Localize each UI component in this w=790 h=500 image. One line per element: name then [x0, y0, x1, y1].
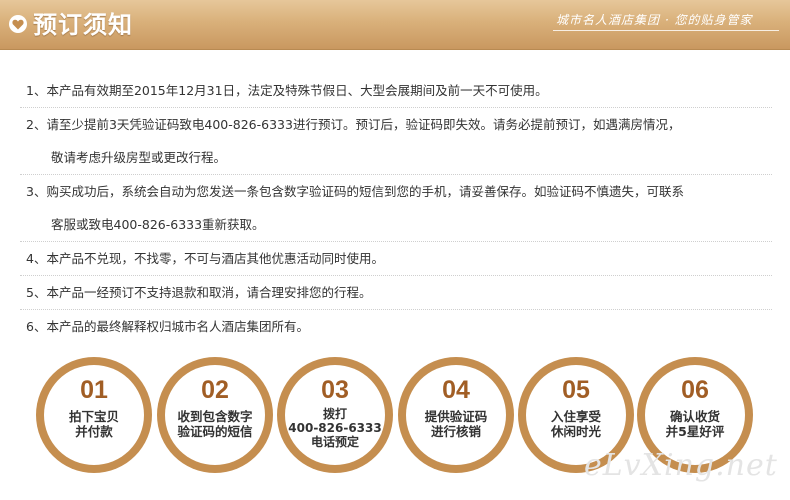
step-label: 拍下宝贝 并付款 — [68, 409, 119, 439]
step-circle: 04 提供验证码 进行核销 — [398, 357, 514, 473]
watermark-text: eLvXing.net — [584, 448, 778, 483]
step-label: 入住享受 休闲时光 — [550, 409, 601, 439]
step-number: 02 — [201, 376, 229, 404]
notice-line: 3、购买成功后，系统会自动为您发送一条包含数字验证码的短信到您的手机，请妥善保存… — [26, 184, 684, 199]
notice-item: 1、本产品有效期至2015年12月31日，法定及特殊节假日、大型会展期间及前一天… — [20, 74, 772, 108]
notice-item: 6、本产品的最终解释权归城市名人酒店集团所有。 — [20, 310, 772, 343]
step-circle: 01 拍下宝贝 并付款 — [36, 357, 152, 473]
step-number: 06 — [681, 376, 709, 404]
notice-item: 5、本产品一经预订不支持退款和取消，请合理安排您的行程。 — [20, 276, 772, 310]
step-number: 03 — [321, 376, 349, 404]
header-banner: 预订须知 城市名人酒店集团 · 您的贴身管家 — [0, 0, 790, 50]
notice-line: 1、本产品有效期至2015年12月31日，法定及特殊节假日、大型会展期间及前一天… — [26, 83, 548, 98]
notice-line: 2、请至少提前3天凭验证码致电400-826-6333进行预订。预订后，验证码即… — [26, 117, 681, 132]
notice-line: 敬请考虑升级房型或更改行程。 — [51, 150, 227, 165]
step-circle: 03 拨打 400-826-6333 电话预定 — [277, 357, 393, 473]
step-label: 确认收货 并5星好评 — [665, 409, 725, 439]
brand-slogan: 城市名人酒店集团 · 您的贴身管家 — [556, 13, 753, 27]
step-label: 提供验证码 进行核销 — [424, 409, 488, 439]
step-circle: 02 收到包含数字 验证码的短信 — [157, 357, 273, 473]
step-number: 04 — [442, 376, 470, 404]
notice-list: 1、本产品有效期至2015年12月31日，法定及特殊节假日、大型会展期间及前一天… — [20, 74, 772, 343]
page-title: 预订须知 — [33, 11, 133, 39]
heart-icon — [9, 15, 27, 33]
step-number: 01 — [80, 376, 108, 404]
notice-line: 4、本产品不兑现，不找零，不可与酒店其他优惠活动同时使用。 — [26, 251, 384, 266]
step-label: 收到包含数字 验证码的短信 — [177, 409, 253, 439]
notice-line: 客服或致电400-826-6333重新获取。 — [51, 217, 265, 232]
notice-item: 2、请至少提前3天凭验证码致电400-826-6333进行预订。预订后，验证码即… — [20, 108, 772, 175]
notice-item: 3、购买成功后，系统会自动为您发送一条包含数字验证码的短信到您的手机，请妥善保存… — [20, 175, 772, 242]
step-label: 拨打 400-826-6333 电话预定 — [288, 407, 382, 449]
notice-line: 6、本产品的最终解释权归城市名人酒店集团所有。 — [26, 319, 309, 334]
step-number: 05 — [562, 376, 590, 404]
slogan-underline — [553, 30, 779, 31]
notice-line: 5、本产品一经预订不支持退款和取消，请合理安排您的行程。 — [26, 285, 372, 300]
notice-item: 4、本产品不兑现，不找零，不可与酒店其他优惠活动同时使用。 — [20, 242, 772, 276]
